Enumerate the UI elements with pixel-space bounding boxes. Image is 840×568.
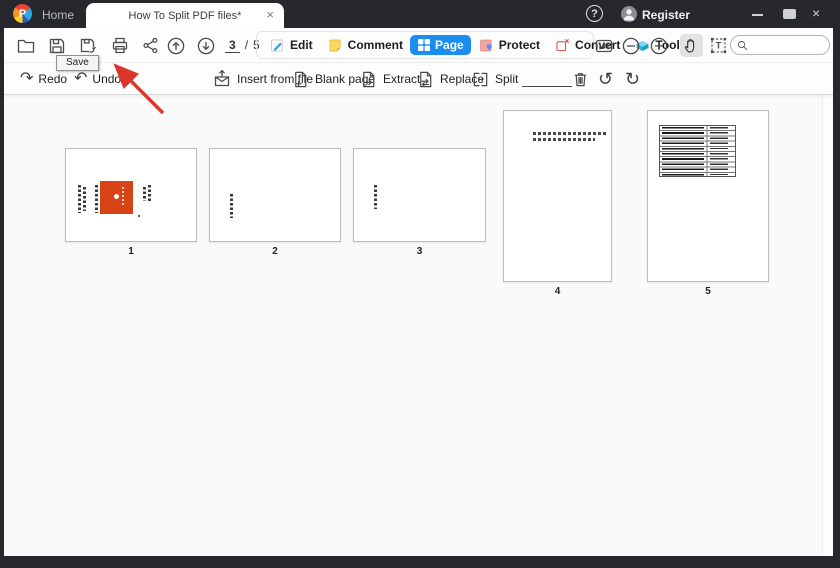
page-grid-icon	[418, 39, 431, 51]
edit-pencil-icon	[271, 39, 283, 51]
page-5-sheet[interactable]	[647, 110, 769, 282]
fit-page-button[interactable]	[592, 34, 615, 57]
page-thumbnail-canvas: 1 2 3 4 5	[4, 95, 833, 556]
select-tool-button[interactable]: T	[707, 34, 730, 57]
titlebar: P Home How To Split PDF files* × ? Regis…	[0, 0, 840, 28]
trash-icon	[574, 72, 587, 86]
pdf-editor-window: P Home How To Split PDF files* × ? Regis…	[0, 0, 840, 568]
save-button[interactable]	[45, 34, 68, 57]
window-close-button[interactable]: ×	[812, 5, 820, 21]
split-button[interactable]: Split	[471, 68, 518, 90]
print-button[interactable]	[108, 34, 131, 57]
search-icon	[737, 40, 748, 50]
insert-from-file-icon	[214, 69, 230, 87]
page-thumbnail-1[interactable]: 1	[65, 148, 197, 257]
slide-graphic	[100, 181, 133, 214]
undo-button[interactable]: ↶ Undo	[74, 68, 121, 90]
previous-page-button[interactable]	[164, 34, 187, 57]
page-thumbnail-4[interactable]: 4	[503, 110, 612, 297]
mode-switcher: Edit Comment Page Protect Convert Tool	[256, 31, 680, 59]
mode-page-button[interactable]: Page	[410, 35, 471, 55]
mode-protect-button[interactable]: Protect	[471, 34, 547, 57]
replace-icon	[420, 71, 432, 87]
page-thumbnail-2[interactable]: 2	[209, 148, 341, 257]
open-file-button[interactable]	[14, 34, 37, 57]
rotate-left-icon: ↺	[598, 69, 614, 89]
page-separator: /	[244, 38, 249, 52]
undo-icon: ↶	[74, 70, 88, 87]
vertical-scrollbar[interactable]	[822, 95, 833, 556]
page-5-table-graphic	[659, 125, 736, 177]
help-button[interactable]: ?	[586, 5, 603, 22]
extract-button[interactable]: Extract	[359, 68, 420, 90]
main-panel: 3 / 5 Edit Comment Page Protect Convert …	[4, 28, 833, 556]
page-4-sheet[interactable]	[503, 110, 612, 282]
split-range-field[interactable]	[522, 86, 572, 87]
next-page-button[interactable]	[194, 34, 217, 57]
page-number-indicator: 3 / 5	[225, 38, 260, 53]
mode-comment-button[interactable]: Comment	[320, 34, 410, 57]
split-icon	[473, 72, 488, 86]
page-2-sheet[interactable]	[209, 148, 341, 242]
rotate-right-icon: ↻	[625, 69, 641, 89]
page-3-sheet[interactable]	[353, 148, 486, 242]
page-number-label: 2	[272, 246, 278, 257]
primary-toolbar: 3 / 5 Edit Comment Page Protect Convert …	[4, 28, 833, 62]
hand-tool-button[interactable]	[680, 34, 703, 57]
page-thumbnail-5[interactable]: 5	[647, 110, 769, 297]
convert-icon	[556, 38, 569, 51]
save-tooltip: Save	[56, 55, 99, 71]
register-button[interactable]: Register	[642, 8, 690, 22]
delete-page-button[interactable]	[571, 68, 590, 90]
share-button[interactable]	[139, 34, 162, 57]
tab-close-icon[interactable]: ×	[266, 7, 274, 23]
blank-page-icon	[295, 71, 307, 87]
zoom-out-button[interactable]	[619, 34, 642, 57]
mode-convert-button[interactable]: Convert	[547, 34, 627, 57]
home-tab[interactable]: Home	[42, 8, 74, 22]
search-box[interactable]	[730, 35, 830, 55]
maximize-button[interactable]	[783, 9, 796, 19]
rotate-right-button[interactable]: ↻	[625, 68, 640, 90]
page-number-label: 1	[128, 246, 134, 257]
minimize-button[interactable]	[752, 14, 763, 16]
app-logo[interactable]: P	[13, 4, 32, 23]
page-number-label: 5	[705, 286, 711, 297]
rotate-left-button[interactable]: ↺	[598, 68, 613, 90]
redo-icon: ↷	[20, 70, 34, 87]
document-tab[interactable]: How To Split PDF files* ×	[86, 3, 284, 28]
page-number-label: 4	[554, 286, 561, 297]
page-tools-toolbar: ↷ Redo ↶ Undo Insert from file Blank pag…	[4, 62, 833, 95]
extract-icon	[363, 71, 375, 87]
page-1-sheet[interactable]	[65, 148, 197, 242]
search-input[interactable]	[752, 39, 822, 51]
page-thumbnail-3[interactable]: 3	[353, 148, 486, 257]
current-page-input[interactable]: 3	[225, 38, 240, 53]
zoom-in-button[interactable]	[647, 34, 670, 57]
save-as-button[interactable]	[76, 34, 99, 57]
page-number-label: 3	[416, 246, 423, 257]
svg-text:T: T	[716, 41, 722, 51]
redo-button[interactable]: ↷ Redo	[20, 68, 67, 90]
protect-shield-icon	[479, 39, 492, 51]
mode-edit-button[interactable]: Edit	[262, 34, 320, 57]
document-tab-title: How To Split PDF files*	[128, 9, 242, 22]
account-avatar-icon[interactable]	[621, 6, 637, 22]
comment-note-icon	[329, 39, 341, 51]
